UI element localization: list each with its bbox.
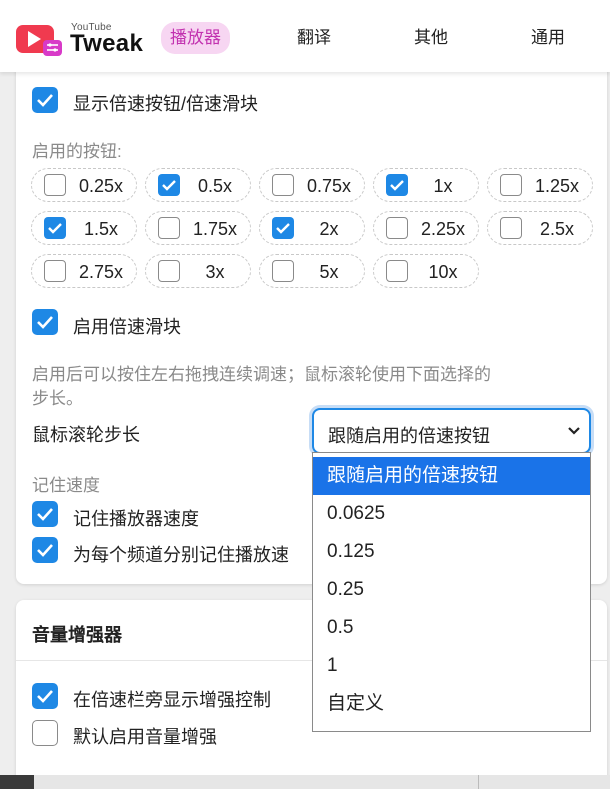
dropdown-option[interactable]: 0.125 — [313, 533, 590, 571]
speed-option-label: 1x — [433, 176, 453, 196]
strip-separator — [478, 775, 479, 789]
speed-option-label: 1.25x — [534, 176, 580, 196]
remember-speed-title: 记住速度 — [32, 476, 100, 495]
tab-general[interactable]: 通用 — [531, 22, 565, 54]
taskbar-block — [0, 775, 34, 789]
dropdown-option[interactable]: 1 — [313, 647, 590, 685]
speed-option-label: 2.5x — [539, 219, 575, 239]
check-icon — [37, 316, 53, 329]
check-icon — [276, 223, 290, 234]
check-icon — [37, 690, 53, 703]
wheel-step-selected-value: 跟随启用的倍速按钮 — [328, 426, 490, 446]
enable-speed-slider-checkbox[interactable] — [32, 309, 58, 335]
speed-option-label: 5x — [319, 262, 339, 282]
tab-player[interactable]: 播放器 — [161, 22, 230, 54]
check-icon — [162, 180, 176, 191]
speed-option-checkbox[interactable] — [272, 260, 294, 282]
speed-option-pill[interactable]: 1.25x — [487, 168, 593, 202]
tab-translate[interactable]: 翻译 — [297, 22, 331, 54]
speed-option-label: 2.25x — [420, 219, 466, 239]
speed-option-checkbox[interactable] — [386, 174, 408, 196]
wheel-step-dropdown-list: 跟随启用的倍速按钮 0.0625 0.125 0.25 0.5 1 自定义 — [312, 452, 591, 732]
youtube-tweak-logo-icon — [16, 25, 62, 56]
enabled-buttons-title: 启用的按钮: — [32, 142, 122, 161]
dropdown-option[interactable]: 0.0625 — [313, 495, 590, 533]
show-booster-control-checkbox[interactable] — [32, 683, 58, 709]
speed-option-pill[interactable]: 1x — [373, 168, 479, 202]
check-icon — [37, 94, 53, 107]
speed-option-pill[interactable]: 2x — [259, 211, 365, 245]
remember-player-speed-label: 记住播放器速度 — [73, 509, 199, 529]
speed-option-checkbox[interactable] — [386, 217, 408, 239]
speed-option-pill[interactable]: 0.5x — [145, 168, 251, 202]
remember-per-channel-label: 为每个频道分别记住播放速 — [73, 545, 289, 565]
check-icon — [37, 544, 53, 557]
speed-option-label: 10x — [428, 262, 458, 282]
speed-option-pill[interactable]: 2.5x — [487, 211, 593, 245]
show-speed-controls-checkbox[interactable] — [32, 87, 58, 113]
speed-option-checkbox[interactable] — [272, 217, 294, 239]
slider-hint-line1: 启用后可以按住左右拖拽连续调速；鼠标滚轮使用下面选择的 — [32, 365, 491, 384]
speed-option-pill[interactable]: 1.5x — [31, 211, 137, 245]
dropdown-option[interactable]: 跟随启用的倍速按钮 — [313, 457, 590, 495]
speed-option-checkbox[interactable] — [386, 260, 408, 282]
speed-option-label: 0.75x — [306, 176, 352, 196]
speed-option-label: 1.75x — [192, 219, 238, 239]
speed-option-checkbox[interactable] — [500, 174, 522, 196]
wheel-step-label: 鼠标滚轮步长 — [32, 425, 140, 445]
speed-option-pill[interactable]: 1.75x — [145, 211, 251, 245]
speed-option-checkbox[interactable] — [158, 174, 180, 196]
remember-player-speed-checkbox[interactable] — [32, 501, 58, 527]
remember-per-channel-checkbox[interactable] — [32, 537, 58, 563]
speed-option-checkbox[interactable] — [158, 260, 180, 282]
bottom-scroll-strip — [0, 775, 610, 789]
speed-option-checkbox[interactable] — [44, 174, 66, 196]
dropdown-option[interactable]: 0.25 — [313, 571, 590, 609]
speed-option-label: 3x — [205, 262, 225, 282]
default-booster-label: 默认启用音量增强 — [73, 727, 217, 747]
dropdown-option[interactable]: 0.5 — [313, 609, 590, 647]
check-icon — [390, 180, 404, 191]
speed-option-label: 2.75x — [78, 262, 124, 282]
brand-name: Tweak — [70, 30, 144, 57]
speed-option-label: 0.5x — [197, 176, 233, 196]
slider-hint-line2: 步长。 — [32, 389, 83, 408]
speed-option-label: 0.25x — [78, 176, 124, 196]
dropdown-option[interactable]: 自定义 — [313, 685, 590, 723]
chevron-down-icon — [568, 427, 580, 435]
speed-option-checkbox[interactable] — [44, 217, 66, 239]
speed-option-pill[interactable]: 10x — [373, 254, 479, 288]
check-icon — [37, 508, 53, 521]
wheel-step-select[interactable]: 跟随启用的倍速按钮 — [312, 408, 591, 454]
speed-option-checkbox[interactable] — [44, 260, 66, 282]
speed-option-pill[interactable]: 2.75x — [31, 254, 137, 288]
app-header: YouTube Tweak 播放器 翻译 其他 通用 — [0, 0, 610, 72]
check-icon — [48, 223, 62, 234]
default-booster-checkbox[interactable] — [32, 720, 58, 746]
speed-option-checkbox[interactable] — [158, 217, 180, 239]
speed-option-label: 1.5x — [83, 219, 119, 239]
tab-other[interactable]: 其他 — [414, 22, 448, 54]
speed-option-checkbox[interactable] — [500, 217, 522, 239]
enable-speed-slider-label: 启用倍速滑块 — [73, 317, 181, 337]
speed-option-pill[interactable]: 0.75x — [259, 168, 365, 202]
speed-option-pill[interactable]: 0.25x — [31, 168, 137, 202]
volume-booster-title: 音量增强器 — [32, 625, 122, 645]
show-booster-control-label: 在倍速栏旁显示增强控制 — [73, 690, 271, 710]
speed-option-pill[interactable]: 3x — [145, 254, 251, 288]
speed-option-pill[interactable]: 2.25x — [373, 211, 479, 245]
show-speed-controls-label: 显示倍速按钮/倍速滑块 — [73, 94, 258, 114]
speed-option-label: 2x — [319, 219, 339, 239]
speed-option-pill[interactable]: 5x — [259, 254, 365, 288]
speed-option-checkbox[interactable] — [272, 174, 294, 196]
